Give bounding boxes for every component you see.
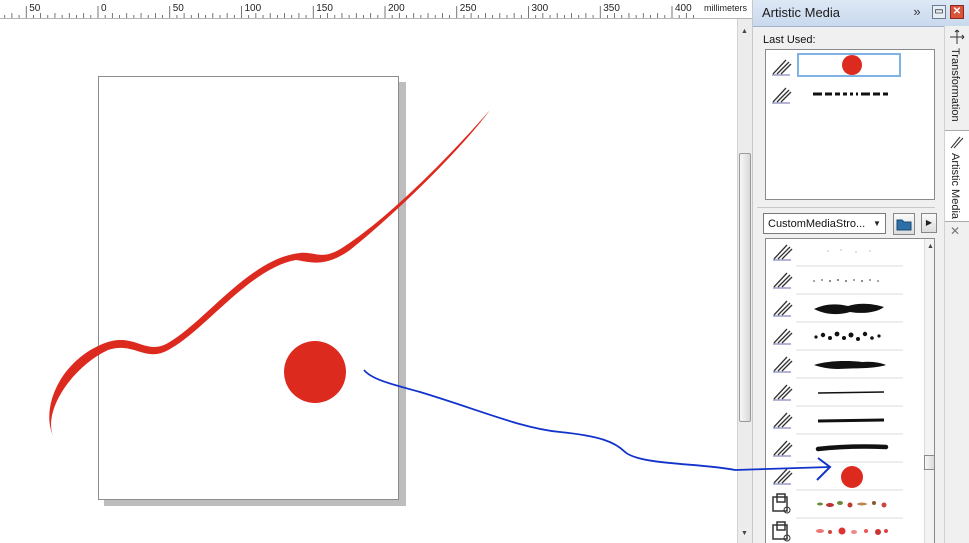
tab-label: Transformation [949,48,961,122]
divider [757,207,935,208]
chevron-down-icon[interactable]: ▼ [869,214,885,233]
stroke-list-scroll-thumb[interactable] [924,455,934,470]
ruler-ticks: 50 0 50 100 150 200 250 300 350 400 millimeters [4,3,748,18]
annotation-arrowhead [734,457,832,481]
docker-tabs: Transformation Artistic Media ✕ [944,26,969,543]
stroke-item[interactable] [772,521,888,542]
ruler-label: 250 [460,3,477,14]
drawing-layer [49,110,736,471]
ruler-label: 0 [101,3,107,14]
browse-folder-button[interactable] [893,213,915,235]
ruler-label: 50 [29,3,41,14]
ruler-label: 300 [532,3,549,14]
scroll-down-icon[interactable]: ▼ [741,530,748,537]
scrollbar-thumb[interactable] [739,153,751,422]
ruler-label: 50 [173,3,185,14]
close-button[interactable]: ✕ [950,5,964,19]
stroke-list-items [772,244,903,542]
ruler-label: 100 [245,3,262,14]
ruler-label: 200 [388,3,405,14]
red-artistic-stroke[interactable] [49,110,491,440]
tab-artistic-media[interactable]: Artistic Media [945,130,969,222]
brush-icon [772,87,792,104]
drawing-canvas[interactable] [0,19,737,543]
blue-annotation-arrow [363,369,736,471]
red-circle-preview[interactable] [797,53,901,77]
tab-label: Artistic Media [949,153,961,220]
ruler-unit: millimeters [704,3,748,13]
ruler-label: 350 [603,3,620,14]
brush-icon [772,59,792,76]
close-icon[interactable]: ✕ [950,224,960,238]
restore-button[interactable]: ▭ [932,5,946,19]
stroke-item[interactable] [772,412,903,435]
expand-icon[interactable]: » [910,5,924,19]
flyout-menu-button[interactable]: ▶ [921,213,937,233]
last-used-item[interactable] [766,52,904,80]
stroke-item[interactable] [772,384,903,407]
horizontal-ruler[interactable]: 50 0 50 100 150 200 250 300 350 400 millimeters [0,0,752,19]
ruler-label: 150 [316,3,333,14]
stroke-list-scrollbar[interactable]: ▲ [924,239,934,543]
last-used-item[interactable] [766,80,904,108]
docker-header: Artistic Media » ▭ ✕ [753,0,969,27]
stroke-list[interactable]: ▲ [765,238,935,543]
red-circle-shape[interactable] [284,341,346,403]
stroke-item[interactable] [772,244,903,267]
transformation-icon [950,29,965,44]
docker-title: Artistic Media [762,5,841,20]
stroke-category-select[interactable]: CustomMediaStro... ▼ [763,213,886,234]
last-used-list [765,49,935,200]
last-used-label: Last Used: [763,34,816,46]
tab-transformation[interactable]: Transformation [945,26,969,126]
artistic-media-icon [950,136,964,149]
ruler-label: 400 [675,3,692,14]
stroke-item[interactable] [772,356,903,379]
scroll-up-icon[interactable]: ▲ [927,243,934,250]
stroke-item[interactable] [772,300,903,323]
stroke-category-value: CustomMediaStro... [768,218,866,230]
stroke-item[interactable] [772,493,903,519]
dashed-stroke-preview[interactable] [797,81,901,105]
stroke-item[interactable] [772,272,903,295]
folder-icon [896,219,912,231]
stroke-item[interactable] [772,328,903,351]
scroll-up-icon[interactable]: ▲ [741,28,748,35]
